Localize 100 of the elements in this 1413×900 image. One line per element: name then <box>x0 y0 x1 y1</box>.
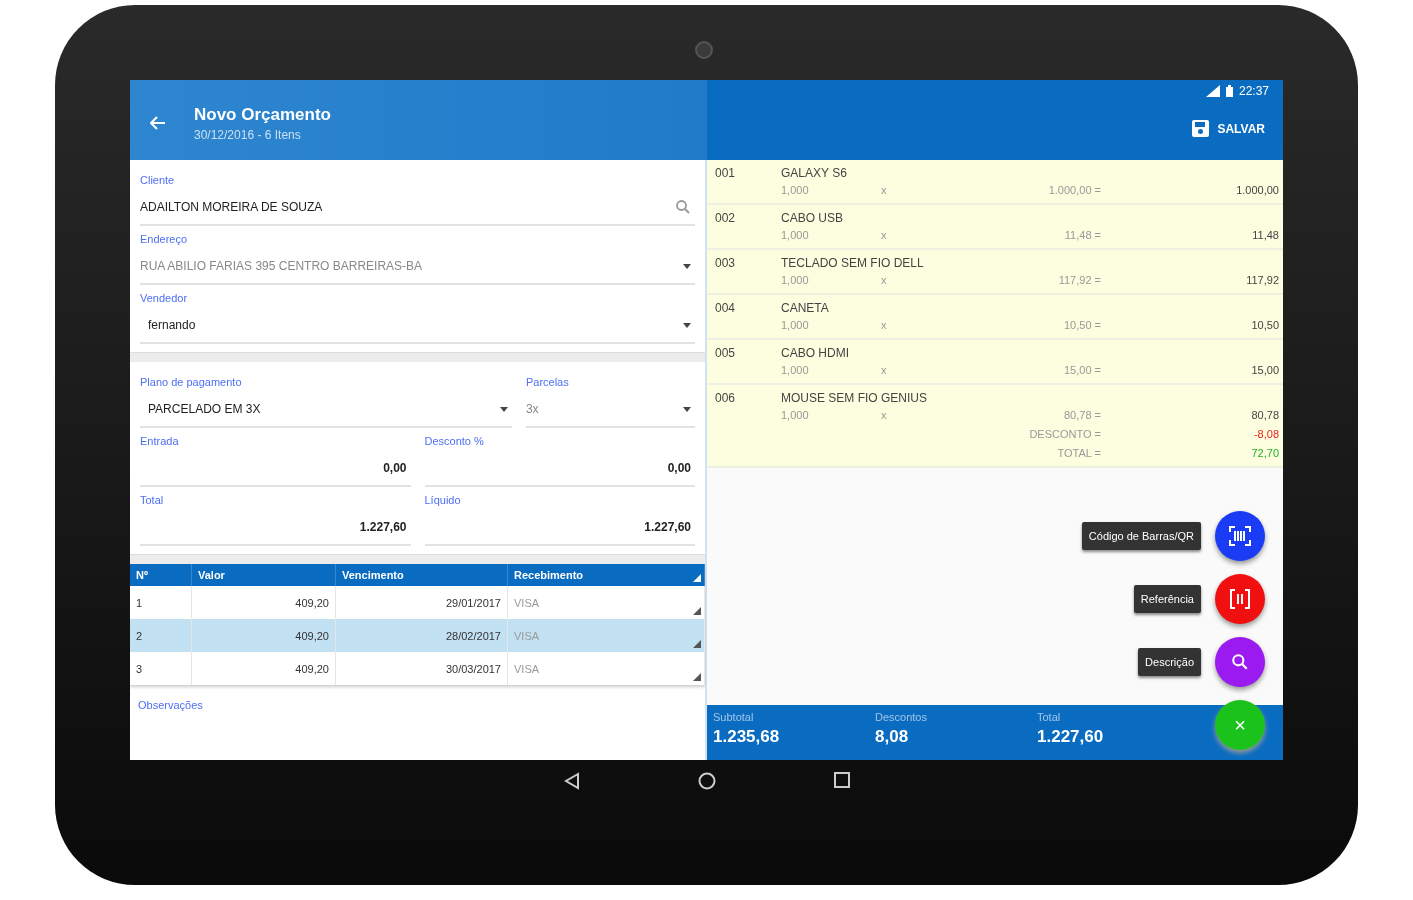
field-label: Vendedor <box>140 291 189 306</box>
field-label: Total <box>140 493 165 508</box>
field-label: Parcelas <box>525 375 570 390</box>
dropdown-field[interactable]: PARCELADO EM 3X <box>140 392 512 428</box>
total-label: Descontos <box>875 711 928 723</box>
dropdown-field[interactable]: fernando <box>140 308 695 344</box>
clock-time: 22:37 <box>1238 84 1269 98</box>
total-value: 1.227,60 <box>1037 727 1105 747</box>
multiply-sign: x <box>881 228 888 241</box>
total-label: Subtotal <box>713 711 755 723</box>
item-quantity: 1,000 <box>781 273 810 286</box>
table-cell[interactable]: 2 <box>130 619 192 652</box>
number-field[interactable]: 0,00 <box>140 451 411 487</box>
action-tooltip: Referência <box>1133 585 1201 613</box>
action-fab[interactable] <box>1215 574 1265 624</box>
battery-icon <box>1225 85 1233 97</box>
item-code: 002 <box>715 211 737 227</box>
screen-title: Novo Orçamento <box>194 104 331 125</box>
column-header: Recebimento <box>508 564 705 586</box>
item-quantity: 1,000 <box>781 318 810 331</box>
item-price: 11,48 = <box>1063 228 1101 241</box>
total-value: 8,08 <box>875 727 910 747</box>
barcode-scan-icon <box>1229 526 1251 546</box>
summary-value: 72,70 <box>1250 446 1279 459</box>
dropdown-caret-icon <box>683 322 691 328</box>
item-name: CABO USB <box>781 211 843 225</box>
table-cell[interactable]: 409,20 <box>192 619 336 652</box>
table-cell[interactable]: 30/03/2017 <box>336 652 508 685</box>
multiply-sign: x <box>881 363 888 376</box>
corner-triangle-icon <box>693 574 701 582</box>
item-price: 1.000,00 = <box>1047 183 1101 196</box>
column-header: Vencimento <box>336 564 508 586</box>
table-cell[interactable]: 1 <box>130 586 192 619</box>
summary-label: TOTAL = <box>1056 446 1101 459</box>
table-cell[interactable]: 28/02/2017 <box>336 619 508 652</box>
item-code: 005 <box>715 346 737 362</box>
dropdown-caret-icon <box>499 406 508 412</box>
item-total: 80,78 <box>1250 408 1279 421</box>
item-quantity: 1,000 <box>781 228 810 241</box>
item-price: 15,00 = <box>1063 363 1101 376</box>
item-price: 117,92 = <box>1057 273 1101 286</box>
item-price: 10,50 = <box>1063 318 1101 331</box>
signal-icon <box>1205 85 1220 97</box>
field-label: Líquido <box>424 493 462 508</box>
item-code: 003 <box>715 256 737 272</box>
item-name: MOUSE SEM FIO GENIUS <box>781 391 927 405</box>
camera-lens-icon <box>695 41 713 59</box>
item-total: 10,50 <box>1250 318 1279 331</box>
dropdown-caret-icon <box>683 263 691 269</box>
number-field[interactable]: 1.227,60 <box>140 510 411 546</box>
table-cell[interactable]: 409,20 <box>192 652 336 685</box>
number-field[interactable]: 0,00 <box>424 451 695 487</box>
field-label: Observações <box>138 699 204 711</box>
field-label: Plano de pagamento <box>140 375 243 390</box>
table-cell[interactable]: 3 <box>130 652 192 685</box>
item-quantity: 1,000 <box>781 408 810 421</box>
action-fab[interactable] <box>1215 511 1265 561</box>
field-label: Endereço <box>140 232 189 247</box>
screen-subtitle: 30/12/2016 - 6 Itens <box>194 127 302 142</box>
item-name: GALAXY S6 <box>781 166 847 180</box>
item-total: 117,92 <box>1245 273 1279 286</box>
corner-triangle-icon <box>693 640 701 648</box>
home-nav-icon[interactable] <box>697 772 716 790</box>
back-nav-icon[interactable] <box>563 772 580 790</box>
item-price: 80,78 = <box>1063 408 1101 421</box>
column-header: Nº <box>130 564 192 586</box>
item-code: 006 <box>715 391 737 407</box>
recents-nav-icon[interactable] <box>833 772 850 788</box>
action-tooltip: Código de Barras/QR <box>1081 522 1201 550</box>
search-icon <box>1231 653 1249 671</box>
item-total: 11,48 <box>1251 228 1279 241</box>
number-field[interactable]: 1.227,60 <box>424 510 695 546</box>
item-quantity: 1,000 <box>781 363 810 376</box>
multiply-sign: x <box>881 318 888 331</box>
item-name: TECLADO SEM FIO DELL <box>781 256 924 270</box>
item-name: CANETA <box>781 301 829 315</box>
brackets-icon <box>1230 589 1250 609</box>
item-quantity: 1,000 <box>781 183 810 196</box>
back-arrow-icon[interactable] <box>150 116 166 130</box>
item-code: 004 <box>715 301 737 317</box>
dropdown-caret-icon <box>683 406 691 412</box>
save-button[interactable]: SALVAR <box>1188 116 1269 141</box>
total-label: Total <box>1037 711 1062 723</box>
item-code: 001 <box>715 166 737 182</box>
action-tooltip: Descrição <box>1138 648 1201 676</box>
field-label: Entrada <box>140 434 180 449</box>
multiply-sign: x <box>881 408 888 421</box>
corner-triangle-icon <box>693 607 701 615</box>
search-field[interactable]: ADAILTON MOREIRA DE SOUZA <box>140 190 695 226</box>
summary-value: -8,08 <box>1252 427 1279 440</box>
total-value: 1.235,68 <box>713 727 781 747</box>
corner-triangle-icon <box>693 673 701 681</box>
item-name: CABO HDMI <box>781 346 849 360</box>
column-header: Valor <box>192 564 336 586</box>
field-label: Desconto % <box>424 434 485 449</box>
multiply-sign: x <box>881 183 888 196</box>
field-label: Cliente <box>140 173 176 188</box>
item-total: 1.000,00 <box>1235 183 1279 196</box>
item-total: 15,00 <box>1250 363 1279 376</box>
action-fab[interactable] <box>1215 637 1265 687</box>
